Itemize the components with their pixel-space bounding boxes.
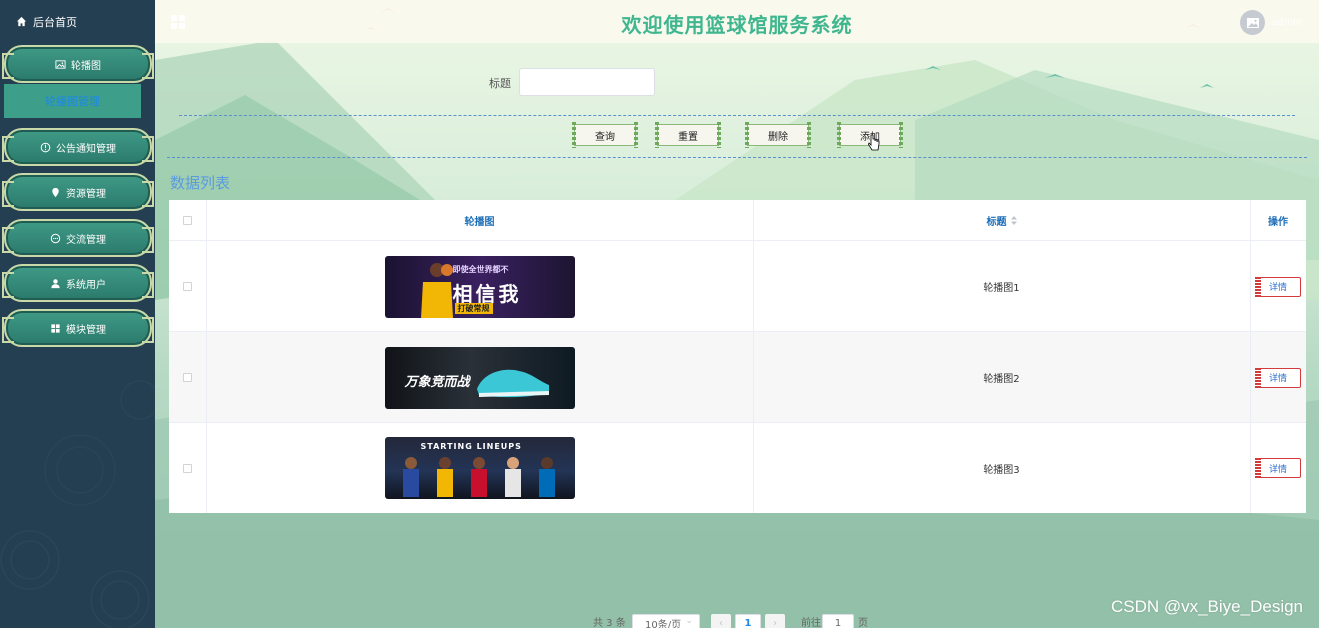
carousel-image: STARTING LINEUPS xyxy=(384,437,575,499)
sidebar-item-module[interactable]: 模块管理 xyxy=(2,309,154,347)
carousel-image-cell: STARTING LINEUPS xyxy=(206,423,753,513)
table-row: 即使全世界都不 相信我 打破常规 轮播图1 详情 xyxy=(169,241,1306,332)
row-checkbox-cell xyxy=(169,423,206,513)
user-icon xyxy=(51,278,60,288)
detail-button[interactable]: 详情 xyxy=(1255,367,1301,388)
goto-page-input[interactable]: 1 xyxy=(822,614,854,628)
row-checkbox[interactable] xyxy=(183,282,192,291)
actions-cell: 详情 xyxy=(1250,332,1306,423)
actions-cell: 详情 xyxy=(1250,241,1306,332)
chevron-left-icon: ‹ xyxy=(719,617,723,628)
divider xyxy=(167,157,1307,158)
banner-subtext: 即使全世界都不 xyxy=(452,264,509,274)
top-header: 欢迎使用篮球馆服务系统 admin xyxy=(155,0,1319,43)
search-title-input[interactable] xyxy=(519,68,655,96)
avatar[interactable] xyxy=(1240,10,1265,35)
select-all-checkbox[interactable] xyxy=(183,216,192,225)
system-title: 欢迎使用篮球馆服务系统 xyxy=(621,13,853,37)
banner-tag: 打破常规 xyxy=(454,302,493,314)
query-button[interactable]: 查询 xyxy=(572,122,638,148)
info-circle-icon xyxy=(40,142,51,152)
delete-button[interactable]: 删除 xyxy=(745,122,811,148)
table-header: 轮播图 标题 操作 xyxy=(169,200,1306,241)
banner-text: STARTING LINEUPS xyxy=(420,442,522,451)
detail-button[interactable]: 详情 xyxy=(1255,458,1301,478)
chevron-down-icon: ⌄ xyxy=(685,616,693,626)
divider xyxy=(179,115,1295,116)
column-header-title-label: 标题 xyxy=(986,217,1007,228)
page-size-value: 10条/页 xyxy=(645,619,682,628)
search-title-label: 标题 xyxy=(489,77,511,90)
location-icon xyxy=(52,187,59,197)
main-area: 欢迎使用篮球馆服务系统 admin 标题 查询 重置 删除 添加 数据列表 轮播… xyxy=(155,0,1319,628)
sidebar-item-resource[interactable]: 资源管理 xyxy=(2,173,154,211)
goto-label: 前往 xyxy=(801,618,821,628)
table-row: 万象竞而战 轮播图2 详情 xyxy=(169,332,1306,423)
sidebar-item-communication[interactable]: 交流管理 xyxy=(2,219,154,257)
carousel-image-cell: 即使全世界都不 相信我 打破常规 xyxy=(206,241,753,332)
sidebar-subitem-label: 轮播图管理 xyxy=(45,95,100,108)
sidebar-subitem-carousel-manage[interactable]: 轮播图管理 xyxy=(4,84,141,118)
chevron-right-icon: › xyxy=(773,617,777,628)
title-cell: 轮播图2 xyxy=(983,374,1020,385)
data-table: 轮播图 标题 操作 即使全世界都不 相信我 打破常规 轮播图1 详情 万象竞而战… xyxy=(169,200,1306,513)
column-header-carousel: 轮播图 xyxy=(464,217,495,228)
csdn-watermark: CSDN @vx_Biye_Design xyxy=(1110,597,1303,616)
data-list-title: 数据列表 xyxy=(170,174,231,192)
avatar-image-icon xyxy=(1246,17,1259,28)
reset-button[interactable]: 重置 xyxy=(655,122,721,148)
sidebar-item-carousel[interactable]: 轮播图 xyxy=(2,45,154,83)
carousel-image: 万象竞而战 xyxy=(384,346,575,409)
row-checkbox[interactable] xyxy=(183,463,192,473)
sidebar-item-label: 交流管理 xyxy=(66,234,106,246)
sidebar: 后台首页 轮播图 轮播图管理 公告通知管理 资源管理 交流管理 系统用户 模块管… xyxy=(0,0,155,628)
sidebar-item-notice[interactable]: 公告通知管理 xyxy=(2,128,154,166)
detail-button[interactable]: 详情 xyxy=(1255,276,1301,297)
row-checkbox-cell xyxy=(169,332,206,423)
column-header-title[interactable]: 标题 xyxy=(753,200,1250,241)
page-number-current[interactable]: 1 xyxy=(735,614,761,628)
column-divider xyxy=(206,200,207,513)
prev-page-button[interactable]: ‹ xyxy=(711,614,731,628)
home-icon xyxy=(16,16,27,27)
row-checkbox-cell xyxy=(169,241,206,332)
page-size-select[interactable]: 10条/页 ⌄ xyxy=(632,614,700,628)
sidebar-item-label: 系统用户 xyxy=(66,279,106,291)
sidebar-home-label: 后台首页 xyxy=(33,15,77,29)
table-row: STARTING LINEUPS 轮播图3 详情 xyxy=(169,423,1306,514)
sidebar-item-label: 模块管理 xyxy=(66,324,106,336)
carousel-image-cell: 万象竞而战 xyxy=(206,332,753,423)
column-header-actions: 操作 xyxy=(1268,217,1288,228)
sidebar-item-label: 资源管理 xyxy=(66,188,106,200)
sidebar-home[interactable]: 后台首页 xyxy=(0,0,155,43)
column-divider xyxy=(1250,200,1251,513)
sidebar-item-label: 公告通知管理 xyxy=(56,143,116,155)
sort-icon[interactable] xyxy=(1010,216,1017,225)
row-checkbox[interactable] xyxy=(183,373,192,382)
chat-icon xyxy=(50,233,61,243)
banner-text: 万象竞而战 xyxy=(404,374,470,390)
pagination-total: 共 3 条 xyxy=(593,618,626,628)
shoe-figure xyxy=(476,369,549,397)
column-divider xyxy=(753,200,754,513)
select-all-cell xyxy=(169,200,206,241)
grid-icon xyxy=(51,323,60,333)
title-cell: 轮播图3 xyxy=(983,464,1020,476)
title-cell: 轮播图1 xyxy=(983,283,1020,294)
sidebar-item-system-user[interactable]: 系统用户 xyxy=(2,264,154,302)
image-icon xyxy=(55,59,66,69)
actions-cell: 详情 xyxy=(1250,423,1306,513)
next-page-button[interactable]: › xyxy=(765,614,785,628)
page-unit-label: 页 xyxy=(858,618,868,628)
username[interactable]: admin xyxy=(1271,17,1302,28)
players-figure xyxy=(402,457,555,497)
sidebar-item-label: 轮播图 xyxy=(71,60,101,72)
carousel-image: 即使全世界都不 相信我 打破常规 xyxy=(384,255,575,318)
cursor-hand-icon xyxy=(868,134,880,151)
